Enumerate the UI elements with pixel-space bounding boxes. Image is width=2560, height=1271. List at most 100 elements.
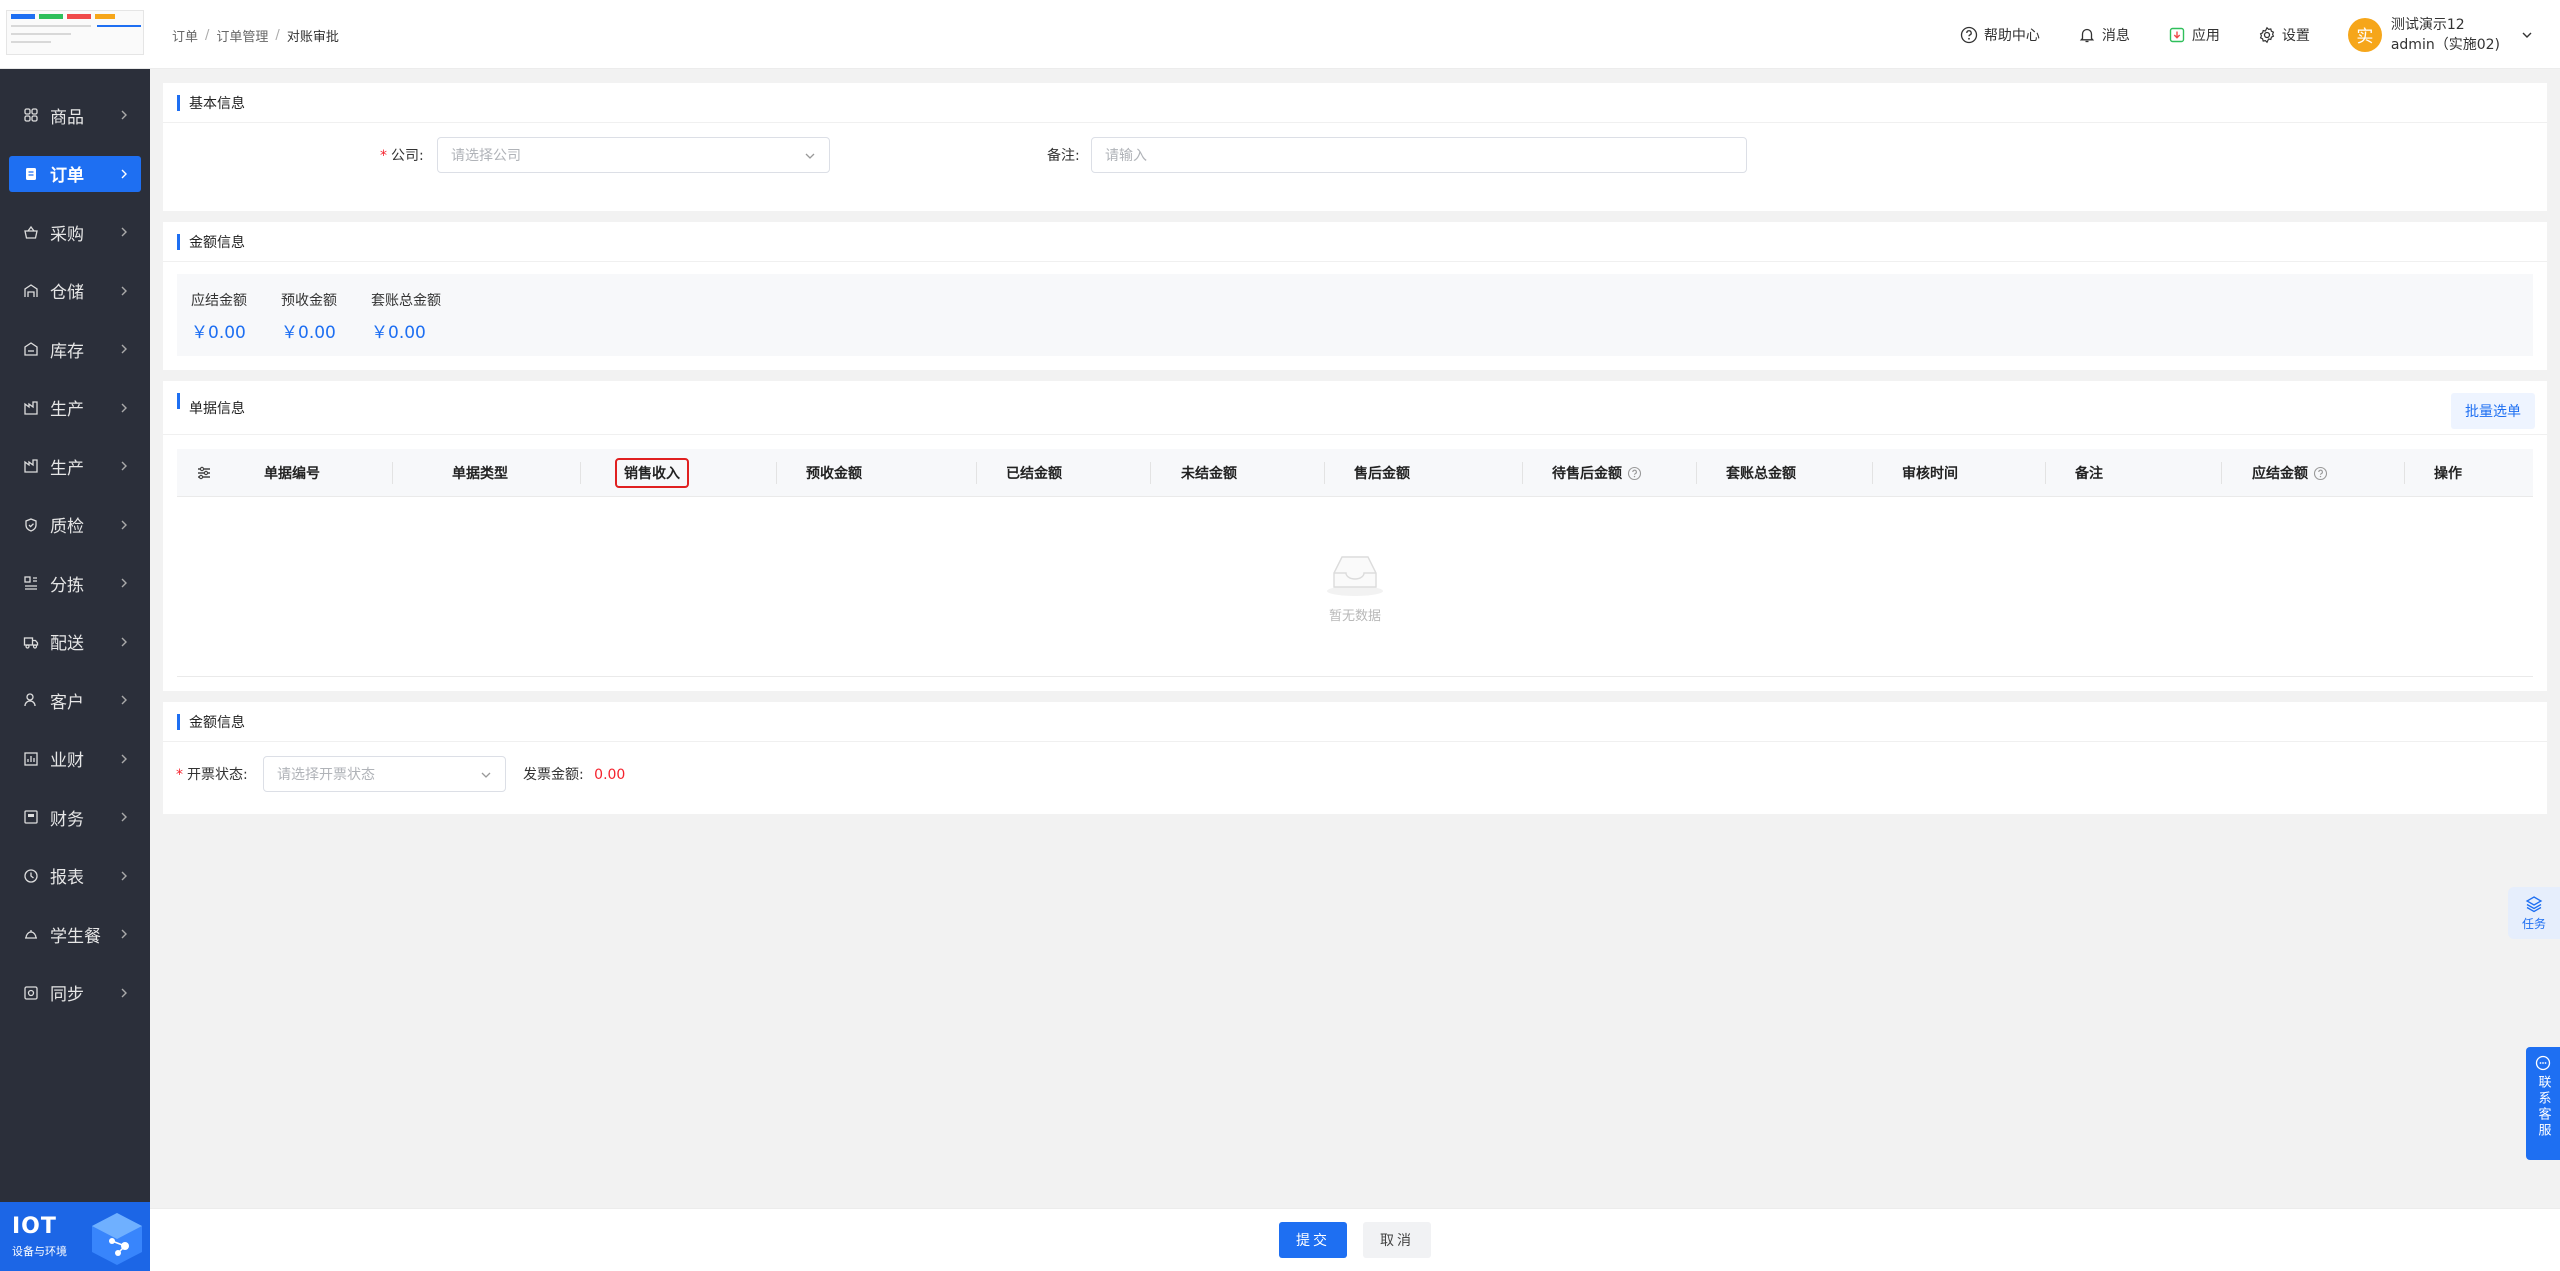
sidebar-item-label: 生产 xyxy=(50,458,84,479)
help-circle-icon[interactable] xyxy=(1627,466,1642,481)
company-label: * 公司: xyxy=(380,148,424,164)
column-divider[interactable] xyxy=(2045,462,2046,484)
column-header-9[interactable]: 审核时间 xyxy=(1902,449,1958,497)
chevron-right-icon xyxy=(121,520,127,529)
invoice-amount-label: 发票金额: 0.00 xyxy=(523,767,626,783)
column-divider[interactable] xyxy=(1150,462,1151,484)
empty-text: 暂无数据 xyxy=(1328,609,1381,624)
breadcrumb-item-order[interactable]: 订单 xyxy=(172,26,198,45)
chevron-right-icon xyxy=(121,110,127,120)
column-header-5[interactable]: 未结金额 xyxy=(1181,449,1237,497)
chevron-right-icon xyxy=(121,227,127,237)
logo-thumbnail[interactable] xyxy=(6,10,144,55)
sidebar-item-label: 质检 xyxy=(50,517,84,537)
sidebar-item-7[interactable]: 质检 xyxy=(9,507,141,543)
sidebar-item-9[interactable]: 配送 xyxy=(9,624,141,660)
company-select[interactable]: 请选择公司 xyxy=(437,137,830,173)
contact-service-button[interactable]: 联系客服 xyxy=(2526,1047,2560,1160)
basic-info-card: 基本信息 * 公司: 请选择公司 备注: 请输入 xyxy=(163,83,2547,211)
batch-select-button[interactable]: 批量选单 xyxy=(2451,393,2535,429)
column-header-10[interactable]: 备注 xyxy=(2075,449,2103,497)
sync-icon xyxy=(23,985,39,1001)
column-divider[interactable] xyxy=(1696,462,1697,484)
help-center-link[interactable]: 帮助中心 xyxy=(1960,25,2040,45)
column-divider[interactable] xyxy=(392,462,393,484)
chevron-right-icon xyxy=(121,929,127,939)
column-header-8[interactable]: 套账总金额 xyxy=(1726,449,1796,497)
sidebar-item-8[interactable]: 分拣 xyxy=(9,565,141,601)
column-header-3[interactable]: 预收金额 xyxy=(806,449,862,497)
column-header-1[interactable]: 单据类型 xyxy=(452,449,508,497)
sidebar-item-13[interactable]: 报表 xyxy=(9,858,141,894)
settings-link[interactable]: 设置 xyxy=(2258,25,2310,45)
column-header-4[interactable]: 已结金额 xyxy=(1006,449,1062,497)
column-divider[interactable] xyxy=(776,462,777,484)
chevron-right-icon xyxy=(121,871,127,880)
sidebar-item-2[interactable]: 采购 xyxy=(9,214,141,250)
help-circle-icon[interactable] xyxy=(2313,466,2328,481)
column-header-label: 备注 xyxy=(2075,466,2103,482)
column-header-12[interactable]: 操作 xyxy=(2434,449,2462,497)
chevron-down-icon xyxy=(2522,32,2532,38)
sidebar-item-label: 配送 xyxy=(50,634,84,654)
column-divider[interactable] xyxy=(1872,462,1873,484)
sidebar-item-15[interactable]: 同步 xyxy=(9,975,141,1011)
chevron-right-icon xyxy=(121,461,127,471)
grid-icon xyxy=(23,107,39,123)
column-settings-icon[interactable] xyxy=(195,464,213,482)
remark-label: 备注: xyxy=(1047,148,1080,164)
column-divider[interactable] xyxy=(2221,462,2222,484)
top-header: 订单 / 订单管理 / 对账审批 帮助中心 消息 应用 设置 实 测试演示12 … xyxy=(150,0,2560,69)
column-divider[interactable] xyxy=(2404,462,2405,484)
help-circle-icon xyxy=(1960,26,1977,43)
column-header-label: 未结金额 xyxy=(1181,466,1237,482)
chat-icon xyxy=(2535,1055,2551,1071)
sidebar-item-0[interactable]: 商品 xyxy=(9,97,141,133)
ledger-icon xyxy=(23,809,39,825)
breadcrumb-separator: / xyxy=(205,28,210,43)
company-placeholder: 请选择公司 xyxy=(451,148,521,164)
sidebar-item-14[interactable]: 学生餐 xyxy=(9,916,141,952)
invoice-status-select[interactable]: 请选择开票状态 xyxy=(263,756,506,792)
warehouse-icon xyxy=(23,283,39,299)
sidebar-item-1[interactable]: 订单 xyxy=(9,155,141,192)
column-header-7[interactable]: 待售后金额 xyxy=(1552,449,1642,497)
messages-link[interactable]: 消息 xyxy=(2078,25,2130,45)
docs-info-title: 单据信息 xyxy=(163,381,2547,435)
column-header-6[interactable]: 售后金额 xyxy=(1354,449,1410,497)
column-header-0[interactable]: 单据编号 xyxy=(264,449,320,497)
sidebar-item-4[interactable]: 库存 xyxy=(9,331,141,367)
gear-icon xyxy=(2259,26,2275,43)
submit-button[interactable]: 提交 xyxy=(1279,1222,1347,1258)
chevron-right-icon xyxy=(121,637,127,646)
column-divider[interactable] xyxy=(976,462,977,484)
sidebar-item-11[interactable]: 业财 xyxy=(9,741,141,777)
breadcrumb-item-order-manage[interactable]: 订单管理 xyxy=(216,26,268,45)
sidebar-item-10[interactable]: 客户 xyxy=(9,682,141,718)
cancel-button[interactable]: 取消 xyxy=(1363,1222,1431,1258)
column-header-label: 售后金额 xyxy=(1354,466,1410,482)
sidebar-item-12[interactable]: 财务 xyxy=(9,799,141,835)
sidebar-item-6[interactable]: 生产 xyxy=(9,448,141,484)
column-divider[interactable] xyxy=(1522,462,1523,484)
sidebar-item-3[interactable]: 仓储 xyxy=(9,273,141,309)
logo-area xyxy=(0,0,150,69)
apps-link[interactable]: 应用 xyxy=(2168,25,2220,45)
chevron-right-icon xyxy=(121,169,127,178)
task-label: 任务 xyxy=(2521,916,2546,931)
iot-banner[interactable]: IOT 设备与环境 xyxy=(0,1202,150,1271)
chart-icon xyxy=(23,751,39,767)
column-header-11[interactable]: 应结金额 xyxy=(2252,449,2328,497)
remark-input[interactable]: 请输入 xyxy=(1091,137,1747,173)
column-divider[interactable] xyxy=(580,462,581,484)
column-header-label: 单据编号 xyxy=(264,466,320,482)
chevron-right-icon xyxy=(121,286,127,295)
sidebar-item-label: 同步 xyxy=(50,985,84,1005)
sidebar-item-5[interactable]: 生产 xyxy=(9,390,141,426)
task-float-button[interactable]: 任务 xyxy=(2508,887,2560,939)
column-header-2[interactable]: 销售收入 xyxy=(615,449,689,497)
chevron-right-icon xyxy=(121,695,127,705)
column-divider[interactable] xyxy=(1324,462,1325,484)
column-header-label: 预收金额 xyxy=(806,466,862,482)
user-menu[interactable]: 实 测试演示12 admin（实施02) xyxy=(2347,15,2534,55)
